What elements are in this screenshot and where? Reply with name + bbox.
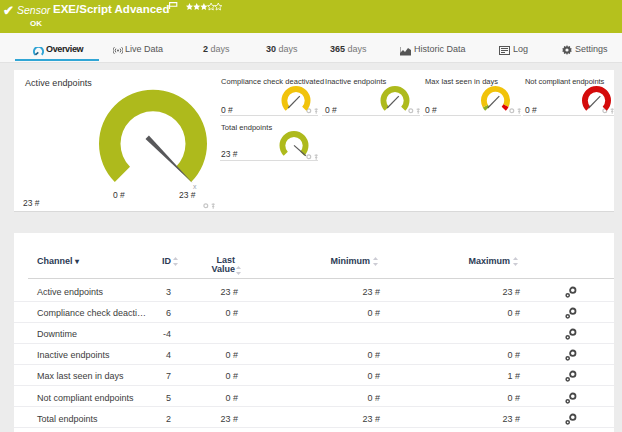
svg-text:x: x bbox=[193, 183, 197, 190]
